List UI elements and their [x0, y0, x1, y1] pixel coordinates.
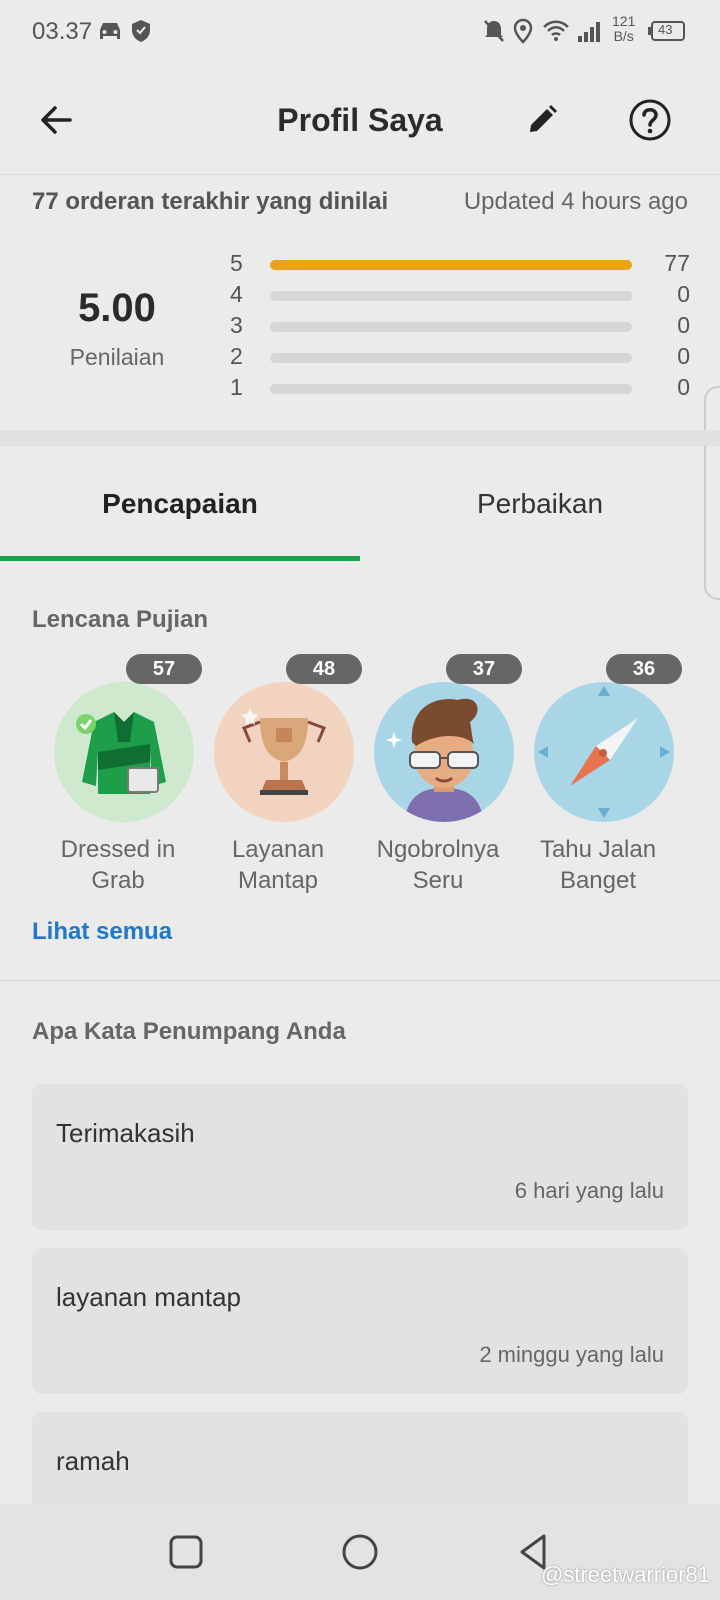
rating-count: 0	[677, 312, 690, 338]
car-icon	[96, 18, 124, 49]
battery-level: 43	[658, 22, 673, 37]
app-bar: Profil Saya	[0, 64, 720, 175]
pencil-icon	[530, 105, 557, 132]
review-card: layanan mantap 2 minggu yang lalu	[32, 1248, 688, 1394]
star-label: 5	[230, 250, 243, 276]
star-label: 3	[230, 312, 243, 338]
badge-name-line: Seru	[412, 867, 464, 894]
review-text: Terimakasih	[56, 1118, 195, 1148]
compass-icon	[534, 682, 674, 822]
page-title: Profil Saya	[277, 102, 443, 138]
badge-name-line: Tahu Jalan	[539, 836, 657, 863]
badge-name-line: Banget	[559, 867, 637, 894]
tab-bar: Pencapaian Perbaikan	[0, 446, 720, 562]
net-speed-value: 121	[612, 13, 636, 29]
review-text: layanan mantap	[56, 1282, 242, 1312]
help-button[interactable]	[624, 94, 676, 146]
badges-section-title: Lencana Pujian	[32, 606, 209, 633]
signal-icon	[576, 18, 604, 49]
rating-bar-track	[270, 322, 632, 332]
status-time: 03.37	[32, 18, 93, 45]
rating-heading: 77 orderan terakhir yang dinilai	[32, 188, 389, 215]
badge-name: Tahu Jalan Banget	[512, 834, 684, 896]
net-speed-unit: B/s	[613, 28, 634, 44]
rating-score-label: Penilaian	[69, 344, 165, 370]
rating-bar-track	[270, 260, 632, 270]
rating-row: 1 0	[220, 372, 690, 403]
status-bar: 03.37 121 B/s 43	[0, 0, 720, 64]
reviews-section-title: Apa Kata Penumpang Anda	[32, 1018, 346, 1045]
edit-button[interactable]	[516, 94, 568, 146]
rating-score: 5.00	[78, 286, 156, 330]
rating-bar-track	[270, 291, 632, 301]
review-time: 2 minggu yang lalu	[479, 1342, 664, 1367]
badge-name-line: Dressed in	[60, 836, 176, 863]
rating-distribution: 5 77 4 0 3 0 2 0 1 0	[220, 248, 690, 403]
rating-bar-track	[270, 353, 632, 363]
see-all-badges-link[interactable]: Lihat semua	[32, 918, 172, 946]
rating-row: 5 77	[220, 248, 690, 279]
badge-name-line: Layanan	[231, 836, 325, 863]
watermark: @streetwarrior81	[540, 1562, 710, 1587]
badge-name: Dressed in Grab	[32, 834, 204, 896]
rating-bar-fill	[270, 260, 632, 270]
rating-updated-time: Updated 4 hours ago	[463, 188, 688, 215]
badge-name-line: Mantap	[237, 867, 319, 894]
star-label: 4	[230, 281, 243, 307]
badge-count: 57	[126, 654, 202, 684]
badge-count: 36	[606, 654, 682, 684]
battery-icon: 43	[648, 20, 688, 47]
mute-bell-icon	[482, 18, 506, 49]
circle-icon	[342, 1534, 378, 1570]
tab-pencapaian[interactable]: Pencapaian	[0, 446, 360, 562]
tab-perbaikan[interactable]: Perbaikan	[360, 446, 720, 562]
review-text: ramah	[56, 1446, 130, 1476]
star-label: 1	[230, 374, 243, 400]
home-button[interactable]	[336, 1528, 384, 1576]
badge-count: 48	[286, 654, 362, 684]
section-separator	[0, 980, 720, 981]
recents-button[interactable]	[162, 1528, 210, 1576]
chatty-person-icon	[374, 682, 514, 822]
rating-count: 0	[677, 374, 690, 400]
review-card: ramah	[32, 1412, 688, 1504]
section-divider	[0, 430, 720, 446]
star-label: 2	[230, 343, 243, 369]
badge-name-line: Grab	[91, 867, 145, 894]
rating-row: 2 0	[220, 341, 690, 372]
wifi-icon	[542, 18, 570, 49]
badge-name-line: Ngobrolnya	[376, 836, 500, 863]
badge-count: 37	[446, 654, 522, 684]
active-tab-indicator	[0, 556, 360, 561]
rating-row: 4 0	[220, 279, 690, 310]
location-icon	[512, 18, 534, 49]
rating-row: 3 0	[220, 310, 690, 341]
jacket-icon	[54, 682, 194, 822]
badge-name: Ngobrolnya Seru	[352, 834, 524, 896]
rating-count: 0	[677, 281, 690, 307]
square-icon	[169, 1535, 203, 1569]
rating-bar-track	[270, 384, 632, 394]
review-card: Terimakasih 6 hari yang lalu	[32, 1084, 688, 1230]
shield-icon	[130, 18, 152, 49]
rating-count: 77	[664, 250, 690, 276]
net-speed: 121 B/s	[612, 14, 635, 44]
badge-name: Layanan Mantap	[192, 834, 364, 896]
trophy-icon	[214, 682, 354, 822]
help-icon	[629, 99, 671, 141]
rating-count: 0	[677, 343, 690, 369]
review-time: 6 hari yang lalu	[514, 1178, 664, 1203]
